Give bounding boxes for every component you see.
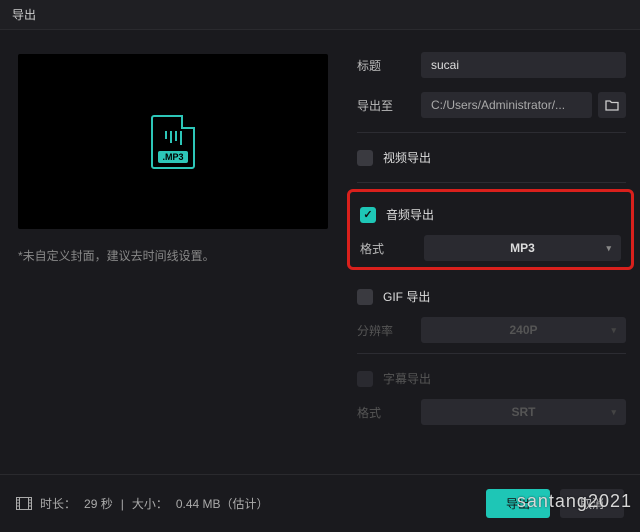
size-value: 0.44 MB（估计） xyxy=(176,495,269,512)
video-export-checkbox[interactable] xyxy=(357,150,373,166)
title-row: 标题 xyxy=(357,52,626,78)
size-label: 大小： xyxy=(132,495,168,512)
audio-export-section: 音频导出 xyxy=(360,200,621,235)
duration-value: 29 秒 xyxy=(84,495,113,512)
chevron-down-icon: ▾ xyxy=(606,243,611,254)
left-panel: .MP3 *未自定义封面，建议去时间线设置。 xyxy=(0,30,345,470)
gif-export-label: GIF 导出 xyxy=(383,288,430,305)
subtitle-export-section: 字幕导出 xyxy=(357,360,626,397)
file-ext-badge: .MP3 xyxy=(158,151,187,163)
gif-resolution-value: 240P xyxy=(509,323,537,337)
footer: 时长：29 秒 | 大小：0.44 MB（估计） 导出 取消 xyxy=(0,474,640,532)
main-content: .MP3 *未自定义封面，建议去时间线设置。 标题 导出至 C:/Users/A… xyxy=(0,30,640,470)
audio-export-label: 音频导出 xyxy=(386,206,434,223)
audio-export-checkbox[interactable] xyxy=(360,207,376,223)
video-export-label: 视频导出 xyxy=(383,149,431,166)
right-panel: 标题 导出至 C:/Users/Administrator/... 视频导出 音… xyxy=(345,30,640,470)
export-path-row: 导出至 C:/Users/Administrator/... xyxy=(357,92,626,118)
browse-folder-button[interactable] xyxy=(598,92,626,118)
export-button[interactable]: 导出 xyxy=(486,489,550,518)
film-icon xyxy=(16,497,32,510)
gif-resolution-row: 分辨率 240P ▾ xyxy=(357,317,626,343)
mp3-file-icon: .MP3 xyxy=(151,115,195,169)
preview-area: .MP3 xyxy=(18,54,328,229)
subtitle-format-row: 格式 SRT ▾ xyxy=(357,399,626,425)
audio-format-select[interactable]: MP3 ▾ xyxy=(424,235,621,261)
export-to-label: 导出至 xyxy=(357,97,411,114)
folder-icon xyxy=(605,99,619,111)
title-label: 标题 xyxy=(357,57,411,74)
audio-format-value: MP3 xyxy=(510,241,535,255)
footer-buttons: 导出 取消 xyxy=(486,489,624,518)
video-export-section: 视频导出 xyxy=(357,139,626,176)
audio-format-row: 格式 MP3 ▾ xyxy=(360,235,621,261)
audio-format-label: 格式 xyxy=(360,240,414,257)
audio-highlight-box: 音频导出 格式 MP3 ▾ xyxy=(347,189,634,270)
footer-info: 时长：29 秒 | 大小：0.44 MB（估计） xyxy=(16,495,269,512)
chevron-down-icon: ▾ xyxy=(611,325,616,336)
titlebar: 导出 xyxy=(0,0,640,30)
duration-label: 时长： xyxy=(40,495,76,512)
gif-resolution-label: 分辨率 xyxy=(357,322,411,339)
gif-export-checkbox[interactable] xyxy=(357,289,373,305)
dialog-title: 导出 xyxy=(12,6,36,23)
subtitle-format-select: SRT ▾ xyxy=(421,399,626,425)
gif-resolution-select: 240P ▾ xyxy=(421,317,626,343)
export-path-text: C:/Users/Administrator/... xyxy=(421,92,592,118)
cancel-button[interactable]: 取消 xyxy=(560,489,624,518)
title-input[interactable] xyxy=(421,52,626,78)
subtitle-format-value: SRT xyxy=(512,405,536,419)
cover-hint-text: *未自定义封面，建议去时间线设置。 xyxy=(18,247,327,264)
subtitle-export-checkbox[interactable] xyxy=(357,371,373,387)
gif-export-section: GIF 导出 xyxy=(357,278,626,315)
subtitle-export-label: 字幕导出 xyxy=(383,370,431,387)
chevron-down-icon: ▾ xyxy=(611,407,616,418)
subtitle-format-label: 格式 xyxy=(357,404,411,421)
